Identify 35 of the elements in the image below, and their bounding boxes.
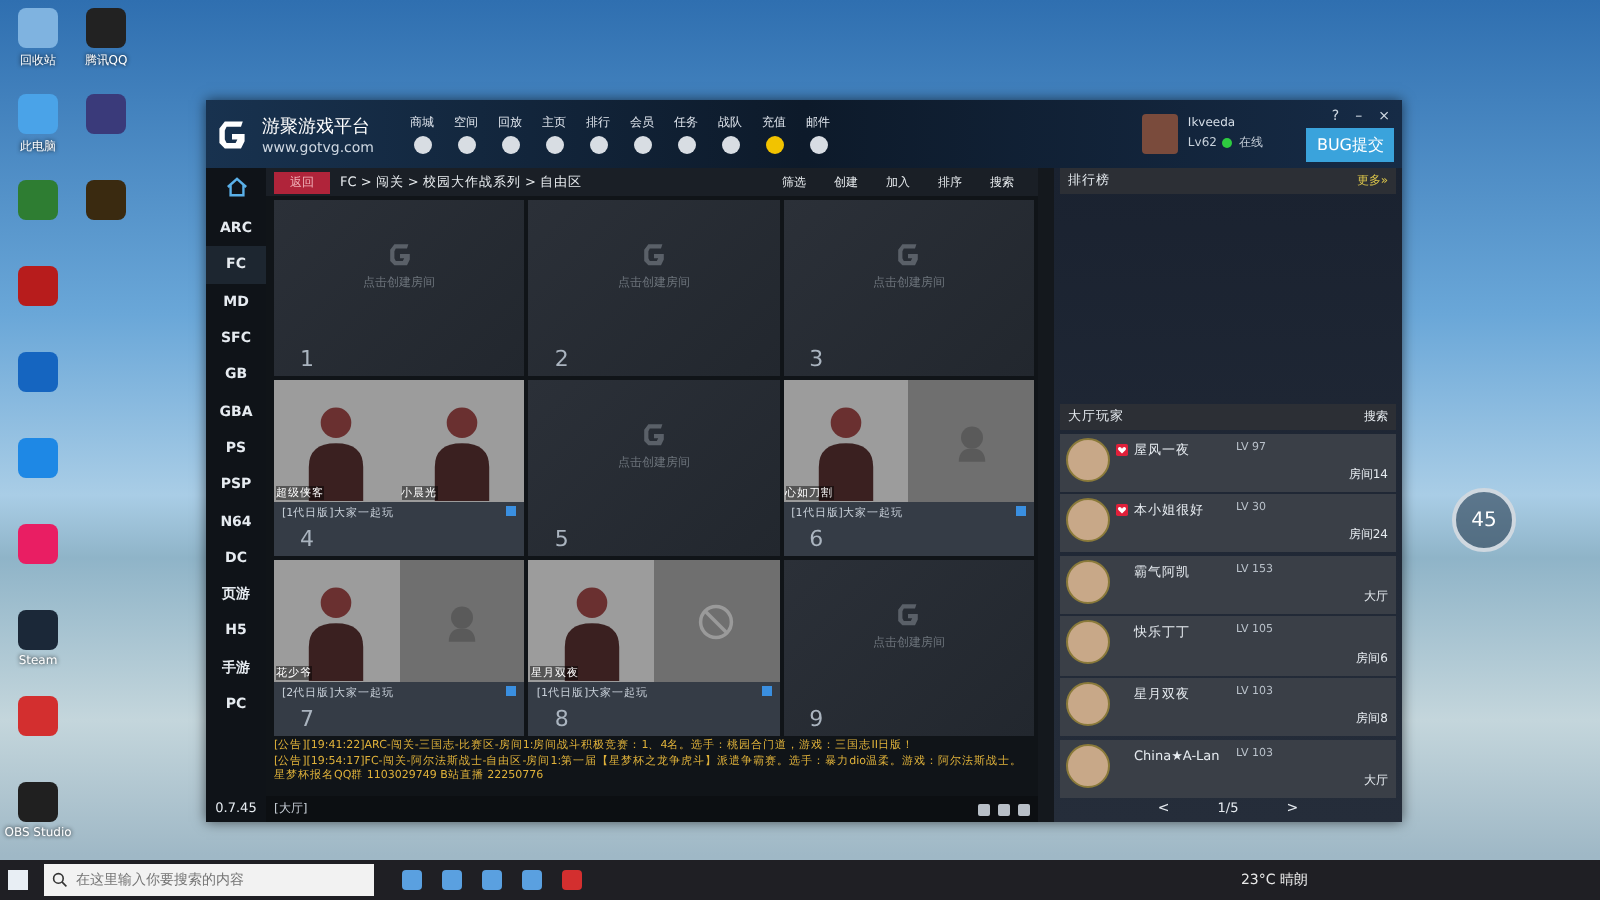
gauge-widget: 45 — [1452, 488, 1516, 552]
avatar — [1066, 498, 1110, 543]
search-icon — [52, 872, 68, 888]
room-number: 5 — [554, 526, 569, 552]
app-title: 游聚游戏平台 — [262, 115, 372, 139]
logo-icon — [214, 116, 250, 152]
logo-icon — [894, 240, 923, 268]
room-number: 1 — [300, 346, 314, 372]
logo-icon — [639, 240, 668, 268]
app-icon[interactable] — [18, 782, 58, 822]
logo-icon — [385, 240, 414, 268]
room-badge-icon — [1016, 506, 1026, 516]
start-icon[interactable] — [8, 870, 28, 890]
room-number: 8 — [554, 706, 569, 732]
app-icon[interactable] — [18, 610, 58, 650]
room-badge-icon — [761, 686, 772, 696]
room-number: 4 — [300, 526, 314, 552]
room-number: 6 — [809, 526, 824, 552]
logo-icon — [894, 600, 923, 628]
app-icon[interactable] — [86, 180, 126, 220]
room-number: 2 — [554, 346, 569, 372]
home-icon[interactable] — [225, 176, 247, 198]
avatar — [1141, 114, 1178, 154]
room-badge-icon — [506, 686, 517, 696]
avatar — [1066, 682, 1110, 727]
room-number: 3 — [809, 346, 824, 372]
room-badge-icon — [506, 506, 517, 516]
room-number: 7 — [300, 706, 314, 732]
room-number: 9 — [809, 706, 824, 732]
avatar — [1066, 620, 1110, 665]
avatar — [1066, 743, 1110, 788]
prohibited-icon — [694, 599, 739, 643]
avatar — [1066, 437, 1110, 482]
logo-icon — [639, 420, 668, 448]
avatar — [1066, 559, 1110, 604]
